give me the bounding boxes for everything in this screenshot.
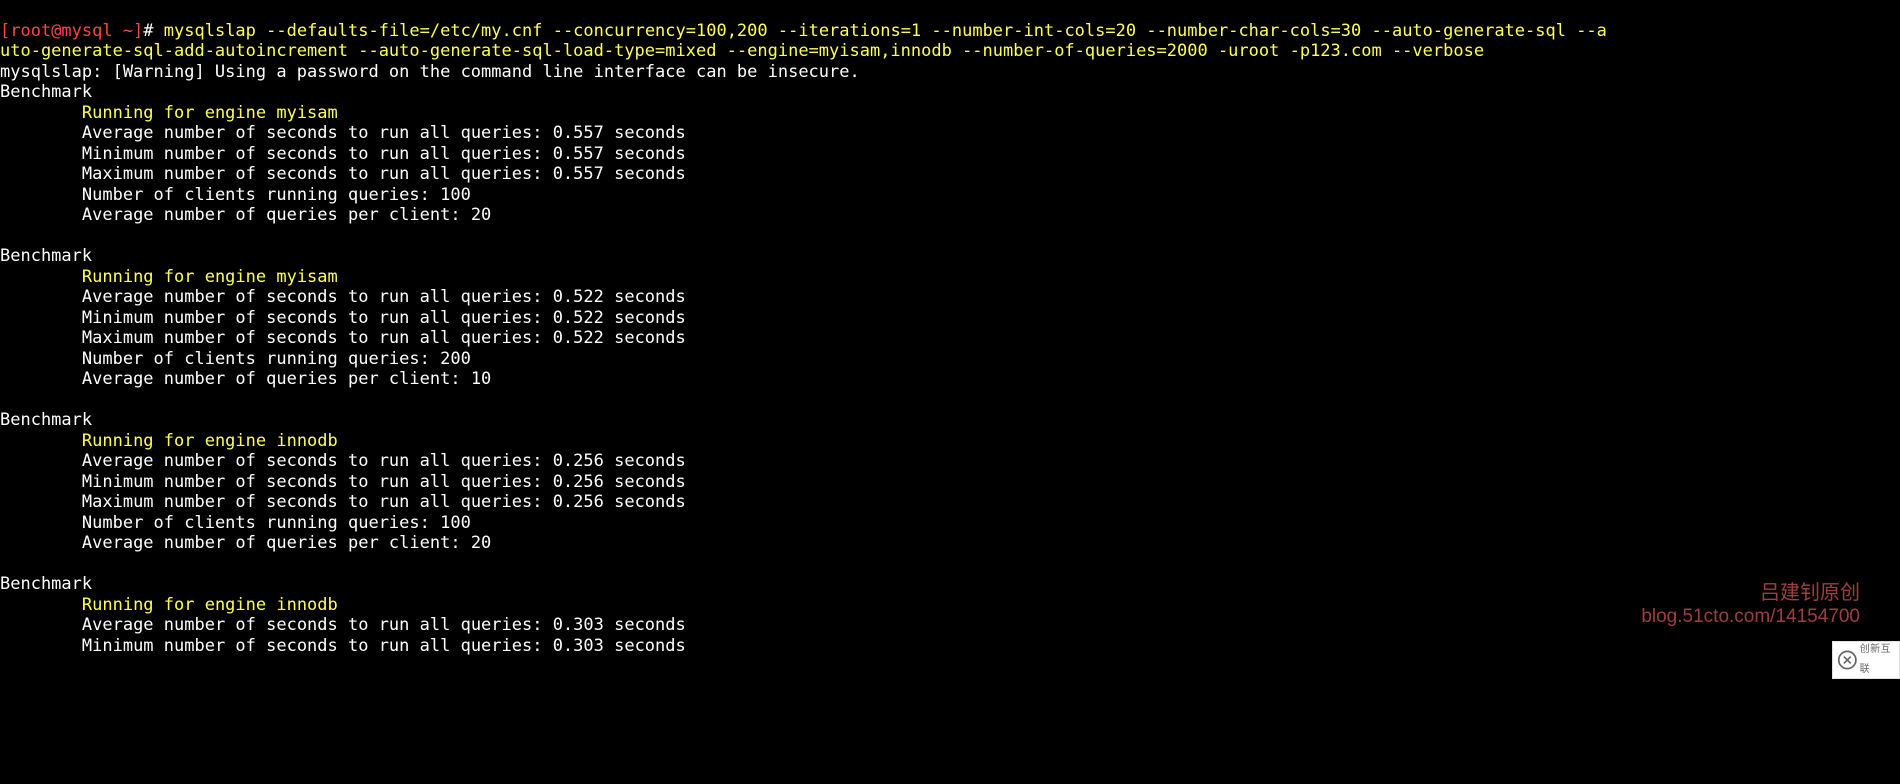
pad xyxy=(0,369,82,389)
watermark: 吕建钊原创 blog.51cto.com/14154700 xyxy=(1641,581,1860,629)
command-line-1: mysqlslap --defaults-file=/etc/my.cnf --… xyxy=(164,21,1607,41)
percli-line: Average number of queries per client: 10 xyxy=(82,369,491,389)
logo-text: 创新互联 xyxy=(1860,640,1899,681)
pad xyxy=(0,103,82,123)
pad xyxy=(0,185,82,205)
pad xyxy=(0,431,82,451)
min-line: Minimum number of seconds to run all que… xyxy=(82,308,686,328)
warning-line: mysqlslap: [Warning] Using a password on… xyxy=(0,62,860,82)
max-line: Maximum number of seconds to run all que… xyxy=(82,492,686,512)
pad xyxy=(0,615,82,635)
avg-line: Average number of seconds to run all que… xyxy=(82,615,686,635)
avg-line: Average number of seconds to run all que… xyxy=(82,451,686,471)
min-line: Minimum number of seconds to run all que… xyxy=(82,144,686,164)
pad xyxy=(0,472,82,492)
command-line-2: uto-generate-sql-add-autoincrement --aut… xyxy=(0,41,1484,61)
pad xyxy=(0,123,82,143)
terminal-output[interactable]: [root@mysql ~]# mysqlslap --defaults-fil… xyxy=(0,0,1900,656)
pad xyxy=(0,513,82,533)
clients-line: Number of clients running queries: 200 xyxy=(82,349,471,369)
pad xyxy=(0,595,82,615)
max-line: Maximum number of seconds to run all que… xyxy=(82,164,686,184)
benchmark-heading: Benchmark xyxy=(0,410,92,430)
pad xyxy=(0,267,82,287)
pad xyxy=(0,533,82,553)
watermark-line2: blog.51cto.com/14154700 xyxy=(1641,605,1860,629)
pad xyxy=(0,164,82,184)
logo-icon xyxy=(1837,649,1858,671)
prompt-hash: # xyxy=(143,21,163,41)
pad xyxy=(0,349,82,369)
watermark-line1: 吕建钊原创 xyxy=(1641,581,1860,605)
percli-line: Average number of queries per client: 20 xyxy=(82,205,491,225)
pad xyxy=(0,205,82,225)
prompt-userhost: [root@mysql ~] xyxy=(0,21,143,41)
min-line: Minimum number of seconds to run all que… xyxy=(82,472,686,492)
pad xyxy=(0,328,82,348)
engine-line: Running for engine innodb xyxy=(82,431,338,451)
pad xyxy=(0,287,82,307)
clients-line: Number of clients running queries: 100 xyxy=(82,513,471,533)
benchmark-heading: Benchmark xyxy=(0,82,92,102)
pad xyxy=(0,144,82,164)
clients-line: Number of clients running queries: 100 xyxy=(82,185,471,205)
min-line: Minimum number of seconds to run all que… xyxy=(82,636,686,656)
engine-line: Running for engine myisam xyxy=(82,267,338,287)
engine-line: Running for engine innodb xyxy=(82,595,338,615)
benchmark-heading: Benchmark xyxy=(0,574,92,594)
percli-line: Average number of queries per client: 20 xyxy=(82,533,491,553)
brand-logo: 创新互联 xyxy=(1832,641,1900,679)
pad xyxy=(0,451,82,471)
pad xyxy=(0,308,82,328)
avg-line: Average number of seconds to run all que… xyxy=(82,287,686,307)
max-line: Maximum number of seconds to run all que… xyxy=(82,328,686,348)
benchmark-heading: Benchmark xyxy=(0,246,92,266)
pad xyxy=(0,636,82,656)
avg-line: Average number of seconds to run all que… xyxy=(82,123,686,143)
engine-line: Running for engine myisam xyxy=(82,103,338,123)
pad xyxy=(0,492,82,512)
